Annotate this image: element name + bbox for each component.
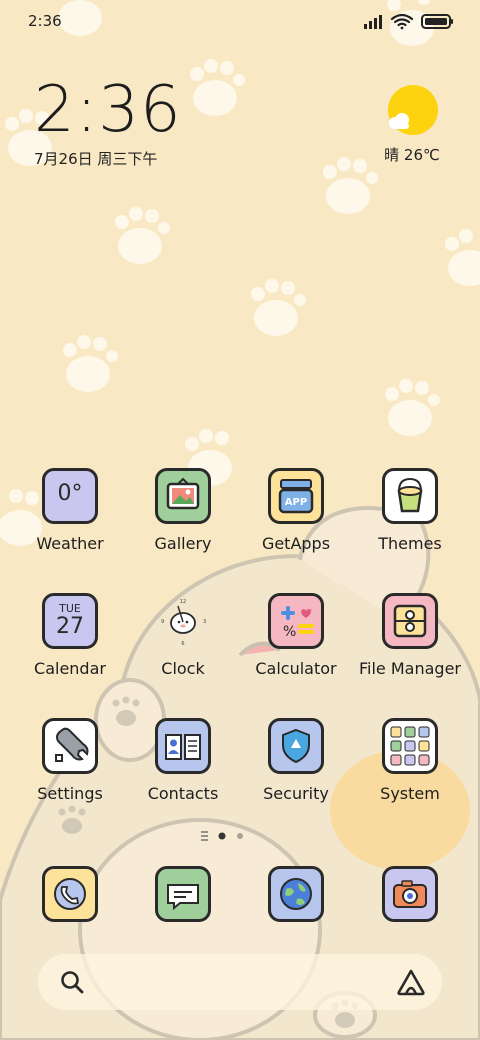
clock-icon: 12 6 9 3 bbox=[155, 593, 211, 649]
app-settings[interactable]: Settings bbox=[14, 718, 126, 803]
folder-system[interactable]: System bbox=[354, 718, 466, 803]
clock-widget-time: 2:36 bbox=[34, 73, 182, 147]
camera-icon bbox=[382, 866, 438, 922]
themes-icon bbox=[382, 468, 438, 524]
page-dot-active bbox=[218, 832, 226, 840]
app-phone[interactable] bbox=[14, 866, 126, 922]
weather-widget-text: 晴 26℃ bbox=[384, 146, 440, 164]
status-icons bbox=[364, 13, 453, 30]
app-label: Security bbox=[263, 784, 329, 803]
svg-text:3: 3 bbox=[203, 619, 206, 625]
status-bar: 2:36 bbox=[0, 0, 480, 40]
feed-page-icon bbox=[201, 831, 208, 841]
app-label: Calculator bbox=[255, 659, 337, 678]
app-label: Weather bbox=[36, 534, 104, 553]
svg-text:6: 6 bbox=[181, 641, 184, 646]
gallery-icon bbox=[155, 468, 211, 524]
calendar-icon-date: 27 bbox=[56, 614, 84, 639]
app-label: Gallery bbox=[154, 534, 212, 553]
app-file-manager[interactable]: File Manager bbox=[354, 593, 466, 678]
settings-icon bbox=[42, 718, 98, 774]
app-clock[interactable]: 12 6 9 3 Clock bbox=[127, 593, 239, 678]
svg-text:%: % bbox=[283, 624, 296, 640]
messages-icon bbox=[155, 866, 211, 922]
app-calendar[interactable]: TUE 27 Calendar bbox=[14, 593, 126, 678]
contacts-icon bbox=[155, 718, 211, 774]
app-label: Calendar bbox=[34, 659, 106, 678]
clock-widget-date: 7月26日 周三下午 bbox=[34, 150, 158, 168]
svg-text:12: 12 bbox=[180, 599, 186, 605]
app-getapps[interactable]: APP GetApps bbox=[240, 468, 352, 553]
page-dot bbox=[237, 833, 243, 839]
app-label: File Manager bbox=[359, 659, 461, 678]
clock-widget[interactable]: 2:36 7月26日 周三下午 bbox=[34, 78, 182, 169]
calculator-icon: % bbox=[268, 593, 324, 649]
browser-icon bbox=[268, 866, 324, 922]
wifi-icon bbox=[390, 13, 414, 30]
signal-icon bbox=[364, 15, 382, 29]
weather-widget[interactable]: 晴 26℃ bbox=[372, 84, 452, 165]
calendar-icon: TUE 27 bbox=[42, 593, 98, 649]
app-calculator[interactable]: % Calculator bbox=[240, 593, 352, 678]
search-icon[interactable] bbox=[58, 968, 86, 996]
getapps-icon: APP bbox=[268, 468, 324, 524]
app-label: GetApps bbox=[261, 534, 331, 553]
status-time: 2:36 bbox=[28, 12, 62, 30]
page-indicator[interactable] bbox=[200, 829, 280, 843]
app-weather[interactable]: 0° Weather bbox=[14, 468, 126, 553]
weather-icon-glyph: 0° bbox=[57, 481, 83, 506]
assistant-icon[interactable] bbox=[396, 968, 426, 996]
app-themes[interactable]: Themes bbox=[354, 468, 466, 553]
app-camera[interactable] bbox=[354, 866, 466, 922]
file-manager-icon bbox=[382, 593, 438, 649]
battery-icon bbox=[421, 14, 453, 29]
sunny-icon bbox=[385, 84, 439, 138]
app-label: System bbox=[380, 784, 440, 803]
app-label: Contacts bbox=[147, 784, 219, 803]
app-label: Settings bbox=[37, 784, 103, 803]
app-browser[interactable] bbox=[240, 866, 352, 922]
app-messages[interactable] bbox=[127, 866, 239, 922]
app-security[interactable]: Security bbox=[240, 718, 352, 803]
security-icon bbox=[268, 718, 324, 774]
app-label: Clock bbox=[161, 659, 205, 678]
app-contacts[interactable]: Contacts bbox=[127, 718, 239, 803]
phone-icon bbox=[42, 866, 98, 922]
system-folder-icon bbox=[382, 718, 438, 774]
app-gallery[interactable]: Gallery bbox=[127, 468, 239, 553]
search-bar[interactable] bbox=[38, 954, 442, 1010]
svg-text:APP: APP bbox=[285, 497, 307, 508]
app-label: Themes bbox=[378, 534, 442, 553]
weather-icon: 0° bbox=[42, 468, 98, 524]
svg-text:9: 9 bbox=[161, 619, 164, 625]
